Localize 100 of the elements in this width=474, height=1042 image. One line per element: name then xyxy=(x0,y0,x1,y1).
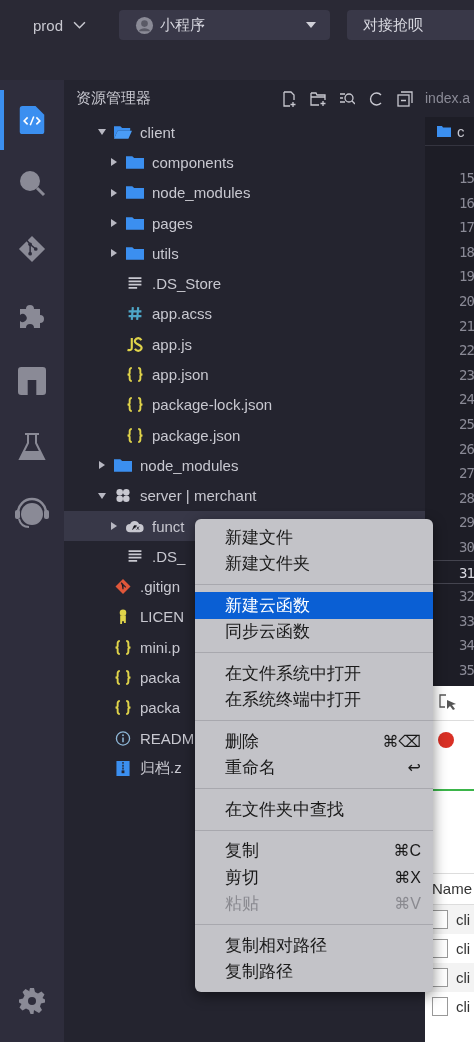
expand-arrow-icon[interactable] xyxy=(110,522,118,530)
tree-item-label[interactable]: app.js xyxy=(152,335,193,353)
line-number: 18 xyxy=(458,242,474,262)
project-dropdown[interactable]: 小程序 xyxy=(119,10,331,40)
line-number: 28 xyxy=(458,488,474,508)
line-number: 34 xyxy=(458,636,474,656)
folder-icon xyxy=(126,215,144,231)
record-icon[interactable] xyxy=(438,732,454,748)
expand-arrow-icon[interactable] xyxy=(98,491,106,500)
chevron-down-icon xyxy=(73,20,87,30)
expand-arrow-icon[interactable] xyxy=(98,128,106,137)
flask-icon[interactable] xyxy=(18,433,46,461)
line-number: 19 xyxy=(458,267,474,287)
menu-item[interactable]: 新建云函数 xyxy=(195,592,433,619)
tree-item-label[interactable]: package.json xyxy=(152,426,241,444)
line-number: 21 xyxy=(458,316,474,336)
open-folder-icon xyxy=(114,124,132,140)
menu-item[interactable]: 删除 ⌘⌫ xyxy=(195,728,433,755)
tree-item-label[interactable]: node_modules xyxy=(152,184,251,202)
menu-item[interactable]: 复制路径 xyxy=(195,958,433,985)
info-icon xyxy=(114,730,132,746)
tree-item-label[interactable]: pages xyxy=(152,214,193,232)
tree-item-label[interactable]: .DS_Store xyxy=(152,275,222,293)
tree-item-label[interactable]: components xyxy=(152,153,234,171)
menu-item[interactable]: 重命名 ↩ xyxy=(195,754,433,781)
folder-icon xyxy=(126,185,144,201)
expand-arrow-icon[interactable] xyxy=(110,219,118,228)
magnifier-icon[interactable] xyxy=(18,169,46,197)
expand-arrow-icon[interactable] xyxy=(110,249,118,258)
tree-item-label[interactable]: READM xyxy=(140,729,195,747)
breadcrumb-item[interactable]: c xyxy=(457,122,465,140)
line-number: 27 xyxy=(458,464,474,484)
headset-icon[interactable] xyxy=(14,495,50,531)
tree-item-label[interactable]: server | merchant xyxy=(140,487,257,505)
new-file-icon[interactable] xyxy=(281,90,297,107)
line-number: 25 xyxy=(458,414,474,434)
expand-arrow-icon[interactable] xyxy=(110,158,118,167)
menu-item[interactable]: 同步云函数 xyxy=(195,618,433,645)
cursor-select-icon[interactable] xyxy=(439,694,457,712)
braces-icon xyxy=(126,427,144,443)
folder-icon xyxy=(126,154,144,170)
git-icon[interactable] xyxy=(18,235,46,263)
tree-item-label[interactable]: mini.p xyxy=(140,638,180,656)
avatar-icon xyxy=(135,15,155,35)
tree-item-label[interactable]: app.json xyxy=(152,366,209,383)
new-folder-icon[interactable] xyxy=(310,90,326,107)
menu-item[interactable]: 在文件夹中查找 xyxy=(195,796,433,823)
tree-item-label[interactable]: package-lock.json xyxy=(152,396,273,414)
checkbox[interactable] xyxy=(432,997,448,1016)
line-number: 32 xyxy=(458,587,474,607)
menu-item[interactable]: 复制 ⌘C xyxy=(195,837,433,864)
git-file-icon xyxy=(114,579,132,595)
js-file-icon xyxy=(126,336,144,352)
refresh-icon[interactable] xyxy=(368,90,384,107)
menu-item[interactable]: 在系统终端中打开 xyxy=(195,686,433,713)
tree-item-label[interactable]: packa xyxy=(140,699,181,717)
tree-item-label[interactable]: app.acss xyxy=(152,305,213,323)
line-number: 26 xyxy=(458,439,474,459)
tree-item-label[interactable]: packa xyxy=(140,669,181,686)
menu-item[interactable]: 在文件系统中打开 xyxy=(195,660,433,687)
tree-item-label[interactable]: .gitign xyxy=(140,578,181,596)
braces-icon xyxy=(126,397,144,413)
caret-icon xyxy=(306,22,317,28)
request-name: cli xyxy=(456,998,471,1015)
search-icon[interactable] xyxy=(339,90,355,107)
braces-icon xyxy=(126,367,144,382)
line-number: 35 xyxy=(458,660,474,680)
request-name: cli xyxy=(456,911,471,928)
environment-dropdown[interactable]: prod xyxy=(33,16,87,34)
request-name: cli xyxy=(456,969,471,986)
action-button[interactable]: 对接抢呗 xyxy=(347,10,474,40)
tree-item-label[interactable]: funct xyxy=(152,517,185,535)
braces-icon xyxy=(114,670,132,685)
tree-item-label[interactable]: utils xyxy=(152,244,179,262)
tree-item-label[interactable]: 归档.z xyxy=(140,758,182,778)
line-number: 23 xyxy=(458,365,474,385)
collapse-icon[interactable] xyxy=(397,90,413,107)
tree-item-label[interactable]: .DS_ xyxy=(152,547,186,565)
tree-item-label[interactable]: client xyxy=(140,123,176,141)
settings-icon[interactable] xyxy=(18,987,46,1015)
text-file-icon xyxy=(126,548,144,564)
line-number: 24 xyxy=(458,390,474,410)
line-number: 17 xyxy=(458,218,474,238)
line-number: 16 xyxy=(458,193,474,213)
line-number: 20 xyxy=(458,291,474,311)
box-icon[interactable] xyxy=(18,367,46,395)
tree-item-label[interactable]: node_modules xyxy=(140,456,239,474)
code-file-icon[interactable] xyxy=(18,106,46,134)
expand-arrow-icon[interactable] xyxy=(98,461,106,470)
tree-item-label[interactable]: LICEN xyxy=(140,608,185,626)
folder-icon xyxy=(126,245,144,261)
line-number: 30 xyxy=(458,537,474,557)
folder-icon xyxy=(114,457,132,473)
line-number: 29 xyxy=(458,513,474,533)
menu-item[interactable]: 新建文件 xyxy=(195,524,433,551)
line-number: 33 xyxy=(458,611,474,631)
menu-item[interactable]: 复制相对路径 xyxy=(195,932,433,959)
editor-tab[interactable]: index.a xyxy=(425,80,474,117)
expand-arrow-icon[interactable] xyxy=(110,188,118,197)
request-name: cli xyxy=(456,940,471,957)
